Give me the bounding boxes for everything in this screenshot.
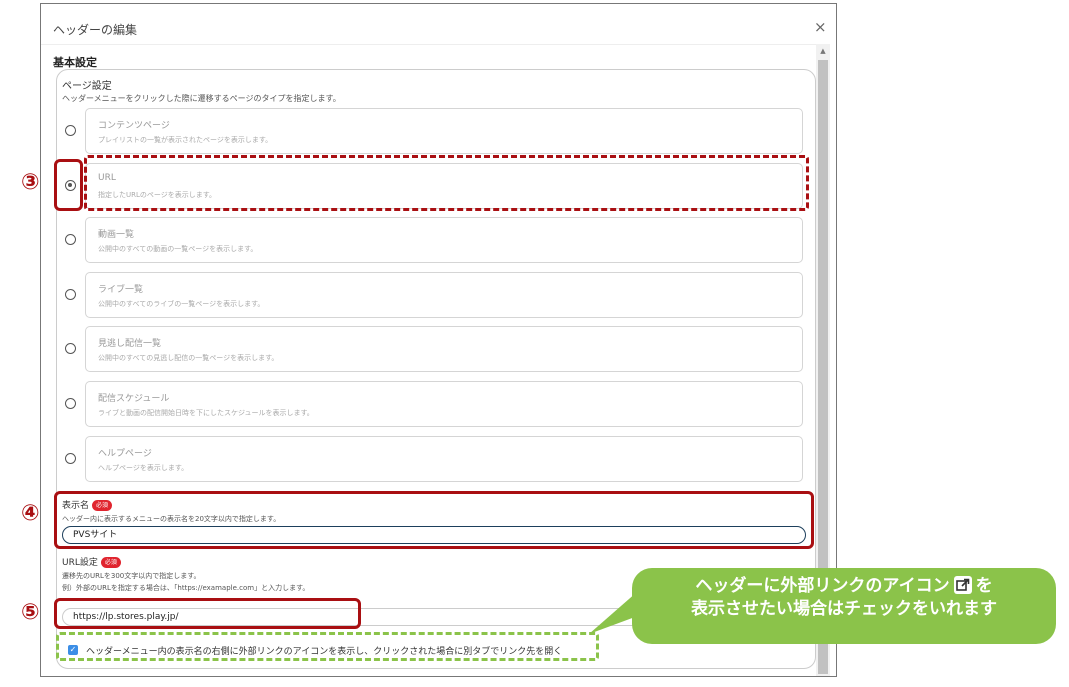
option-description: 公開中のすべての動画の一覧ページを表示します。 (98, 245, 258, 253)
radio-video-list[interactable] (65, 234, 76, 245)
option-title: コンテンツページ (98, 121, 170, 131)
url-setting-description-2: 例）外部のURLを指定する場合は、「https://examaple.com」と… (62, 584, 310, 592)
url-setting-label-text: URL設定 (62, 558, 98, 568)
external-link-checkbox-label[interactable]: ヘッダーメニュー内の表示名の右側に外部リンクのアイコンを表示し、クリックされた場… (86, 644, 562, 657)
option-title: ライブ一覧 (98, 285, 144, 295)
marker-5: ⑤ (21, 600, 40, 625)
radio-url[interactable] (65, 180, 76, 191)
option-url[interactable]: URL 指定したURLのページを表示します。 (85, 163, 803, 209)
close-icon[interactable]: × (814, 18, 827, 36)
page-setting-label: ページ設定 (62, 81, 112, 92)
option-archive-list[interactable]: 見逃し配信一覧 公開中のすべての見逃し配信の一覧ページを表示します。 (85, 326, 803, 372)
callout-line-1-after: を (975, 576, 993, 596)
radio-help-page[interactable] (65, 453, 76, 464)
radio-archive-list[interactable] (65, 343, 76, 354)
callout-line-1-before: ヘッダーに外部リンクのアイコン (695, 576, 950, 596)
dialog-title: ヘッダーの編集 (53, 23, 138, 37)
callout-line-1: ヘッダーに外部リンクのアイコン を (632, 575, 1056, 598)
option-schedule[interactable]: 配信スケジュール ライブと動画の配信開始日時を下にしたスケジュールを表示します。 (85, 381, 803, 427)
section-title-basic: 基本設定 (53, 56, 97, 69)
title-divider (41, 44, 822, 45)
marker-3: ③ (21, 170, 40, 195)
display-name-description: ヘッダー内に表示するメニューの表示名を20文字以内で指定します。 (62, 515, 281, 523)
external-link-icon (953, 576, 972, 594)
required-badge: 必須 (100, 557, 121, 568)
option-description: ヘルプページを表示します。 (98, 464, 189, 472)
option-title: URL (98, 173, 116, 183)
marker-4: ④ (21, 501, 40, 526)
external-link-checkbox[interactable]: ✓ (68, 645, 78, 655)
display-name-input[interactable]: PVSサイト (62, 526, 806, 544)
option-title: ヘルプページ (98, 449, 152, 459)
option-description: 公開中のすべての見逃し配信の一覧ページを表示します。 (98, 354, 279, 362)
callout-line-2: 表示させたい場合はチェックをいれます (691, 599, 997, 619)
option-contents-page[interactable]: コンテンツページ プレイリストの一覧が表示されたページを表示します。 (85, 108, 803, 154)
url-setting-description-1: 遷移先のURLを300文字以内で指定します。 (62, 572, 201, 580)
option-video-list[interactable]: 動画一覧 公開中のすべての動画の一覧ページを表示します。 (85, 217, 803, 263)
radio-schedule[interactable] (65, 398, 76, 409)
page-setting-description: ヘッダーメニューをクリックした際に遷移するページのタイプを指定します。 (62, 94, 341, 103)
option-title: 動画一覧 (98, 230, 135, 240)
required-badge: 必須 (92, 500, 113, 511)
option-live-list[interactable]: ライブ一覧 公開中のすべてのライブの一覧ページを表示します。 (85, 272, 803, 318)
option-description: 公開中のすべてのライブの一覧ページを表示します。 (98, 300, 265, 308)
option-description: ライブと動画の配信開始日時を下にしたスケジュールを表示します。 (98, 409, 314, 417)
callout-bubble: ヘッダーに外部リンクのアイコン を 表示させたい場合はチェックをいれます (632, 568, 1056, 644)
option-title: 見逃し配信一覧 (98, 339, 162, 349)
scroll-up-arrow-icon[interactable]: ▲ (816, 45, 830, 57)
option-title: 配信スケジュール (98, 394, 170, 404)
option-help-page[interactable]: ヘルプページ ヘルプページを表示します。 (85, 436, 803, 482)
option-description: プレイリストの一覧が表示されたページを表示します。 (98, 136, 273, 144)
url-setting-label: URL設定 必須 (62, 555, 121, 568)
radio-contents-page[interactable] (65, 125, 76, 136)
display-name-label-text: 表示名 (62, 501, 90, 511)
radio-live-list[interactable] (65, 289, 76, 300)
display-name-label: 表示名 必須 (62, 498, 113, 511)
option-description: 指定したURLのページを表示します。 (98, 191, 217, 199)
